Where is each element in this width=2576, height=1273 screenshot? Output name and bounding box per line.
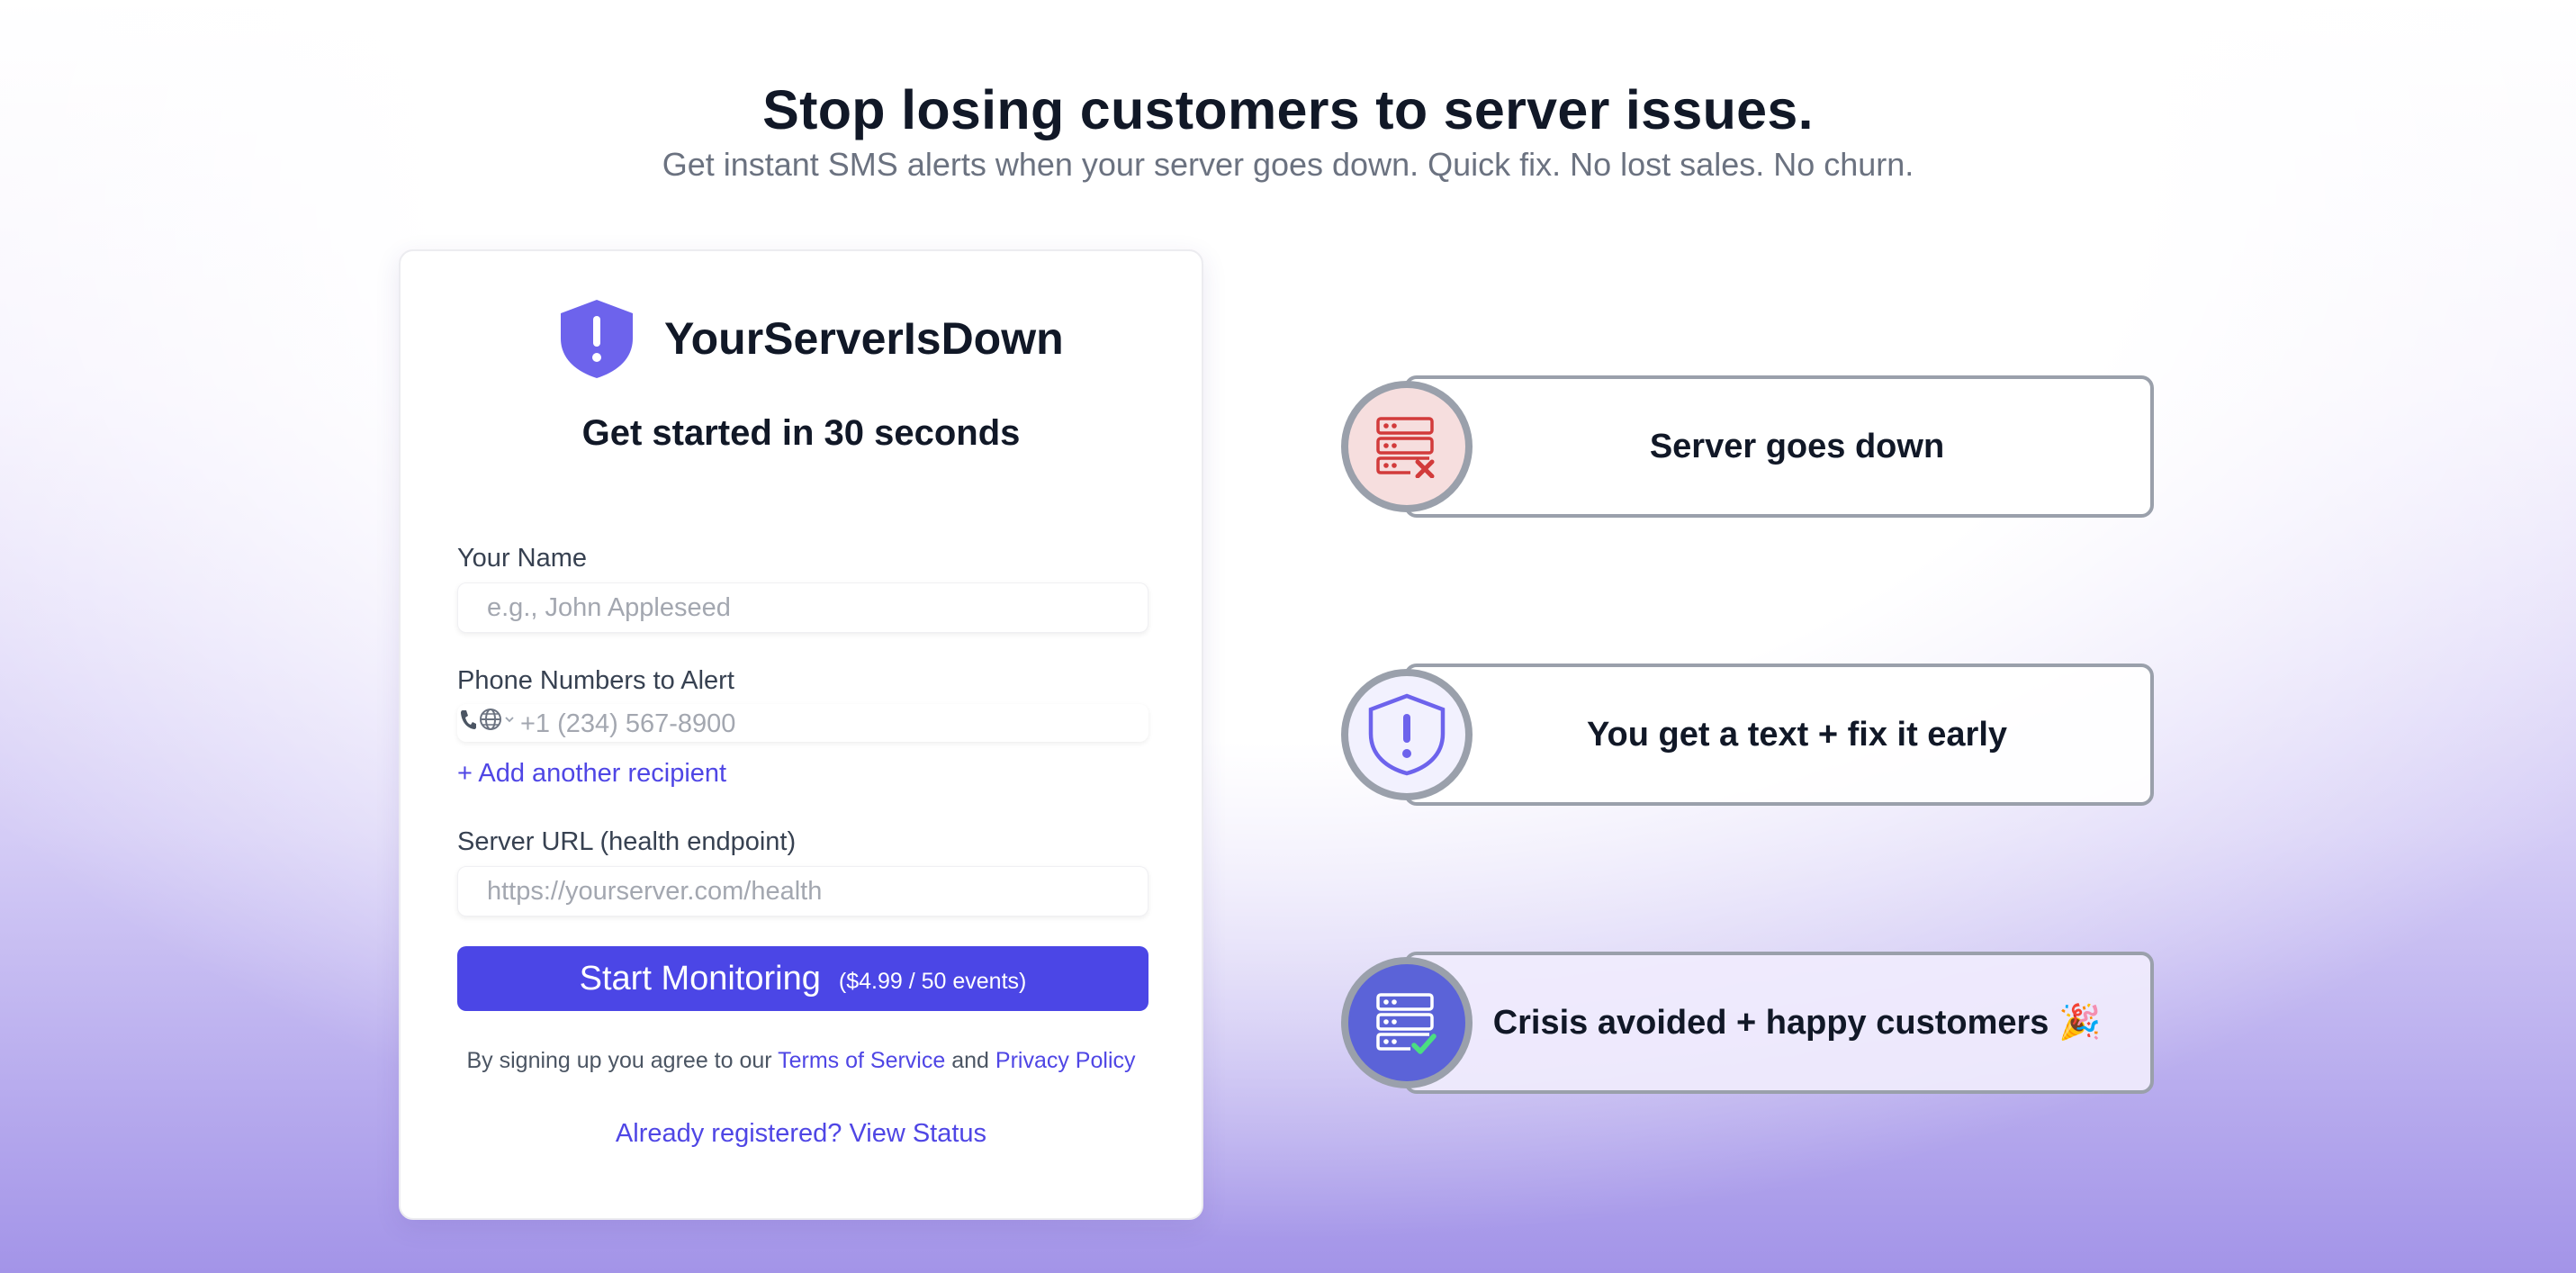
name-label: Your Name bbox=[457, 544, 588, 573]
phone-icon bbox=[461, 710, 476, 729]
step-label: Server goes down bbox=[1404, 375, 2154, 518]
server-url-input[interactable] bbox=[457, 866, 1148, 916]
phone-label: Phone Numbers to Alert bbox=[457, 666, 734, 695]
step-label: Crisis avoided + happy customers 🎉 bbox=[1404, 952, 2154, 1094]
legal-prefix: By signing up you agree to our bbox=[466, 1048, 772, 1073]
step-get-text: You get a text + fix it early bbox=[1341, 664, 2155, 806]
legal-text: By signing up you agree to our Terms of … bbox=[401, 1048, 1202, 1074]
signup-card: YourServerIsDown Get started in 30 secon… bbox=[399, 249, 1203, 1220]
step-label: You get a text + fix it early bbox=[1404, 664, 2154, 806]
globe-icon bbox=[480, 709, 501, 730]
shield-alert-icon bbox=[1368, 693, 1446, 776]
phone-field bbox=[457, 704, 1148, 744]
url-label: Server URL (health endpoint) bbox=[457, 827, 797, 856]
add-recipient-link[interactable]: + Add another recipient bbox=[457, 759, 726, 789]
step-icon-circle bbox=[1341, 957, 1473, 1088]
phone-input[interactable] bbox=[518, 704, 1143, 744]
country-selector[interactable] bbox=[459, 708, 515, 731]
hero-title: Stop losing customers to server issues. bbox=[762, 78, 1814, 140]
hero-subtitle: Get instant SMS alerts when your server … bbox=[662, 146, 1914, 183]
chevron-down-icon bbox=[505, 717, 514, 723]
signup-title: Get started in 30 seconds bbox=[581, 413, 1021, 453]
step-icon-circle bbox=[1341, 381, 1473, 512]
server-down-icon bbox=[1376, 417, 1435, 478]
legal-and: and bbox=[951, 1048, 989, 1073]
privacy-link[interactable]: Privacy Policy bbox=[995, 1048, 1136, 1073]
step-crisis-avoided: Crisis avoided + happy customers 🎉 bbox=[1341, 952, 2155, 1094]
view-status-link[interactable]: Already registered? View Status bbox=[401, 1119, 1202, 1149]
terms-link[interactable]: Terms of Service bbox=[778, 1048, 945, 1073]
price-label: ($4.99 / 50 events) bbox=[838, 968, 1027, 994]
start-monitoring-label: Start Monitoring bbox=[579, 959, 821, 998]
name-input[interactable] bbox=[457, 582, 1148, 633]
server-check-icon bbox=[1376, 993, 1437, 1054]
step-server-down: Server goes down bbox=[1341, 375, 2155, 518]
brand: YourServerIsDown bbox=[558, 296, 1064, 381]
step-icon-circle bbox=[1341, 669, 1473, 800]
start-monitoring-button[interactable]: Start Monitoring ($4.99 / 50 events) bbox=[457, 946, 1148, 1011]
brand-name: YourServerIsDown bbox=[664, 313, 1064, 364]
shield-alert-icon bbox=[561, 300, 633, 378]
